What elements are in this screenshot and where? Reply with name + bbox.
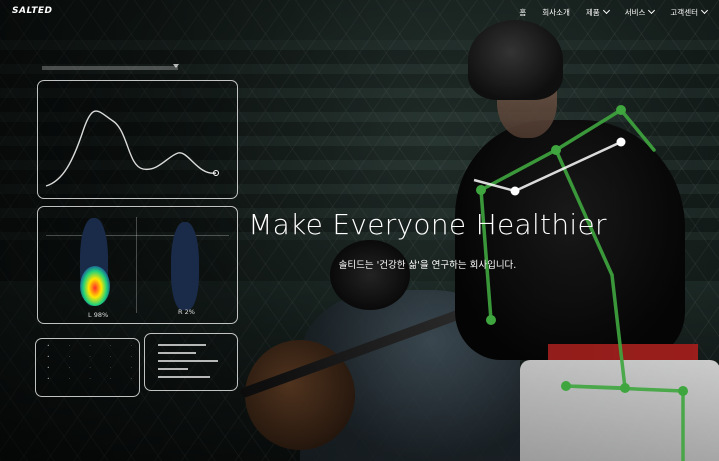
hero-title: Make Everyone Healthier [248,208,607,241]
hud-bar-list [158,344,228,384]
chevron-down-icon [602,6,610,15]
main-menu: 홈 회사소개 제품 서비스 고객센터 [511,0,715,24]
hud-waveform-line [45,110,219,187]
right-foot-pressure-label: R 2% [178,308,195,316]
nav-item-products[interactable]: 제품 [578,6,617,18]
nav-item-label: 고객센터 [670,7,698,17]
hud-bar [158,368,188,370]
hud-metrics-grid: • · · · · • · · · · • · · · · • · · · · [47,344,132,382]
hud-timeline-bar [42,66,178,70]
hud-timeline-marker [173,64,179,68]
left-foot-pressure-label: L 98% [88,311,109,319]
salted-logo[interactable]: SALTED [12,6,52,16]
nav-item-about[interactable]: 회사소개 [534,7,578,18]
nav-item-label: 홈 [519,7,527,17]
nav-item-support[interactable]: 고객센터 [662,6,715,18]
hud-bar [158,376,210,378]
chevron-down-icon [648,6,656,15]
nav-item-services[interactable]: 서비스 [617,6,663,18]
nav-item-label: 서비스 [624,7,646,17]
hud-waveform-panel [37,80,238,199]
nav-item-home[interactable]: 홈 [511,7,534,18]
hud-bar [158,352,196,354]
nav-item-label: 제품 [585,7,600,17]
hud-bar [158,344,206,346]
nav-item-label: 회사소개 [542,7,570,17]
chevron-down-icon [700,6,709,15]
hud-bar [158,360,218,362]
pressure-heatmap [80,266,110,306]
top-navigation: SALTED 홈 회사소개 제품 서비스 고객센터 [0,0,719,24]
hero-subtitle: 솔티드는 '건강한 삶'을 연구하는 회사입니다. [338,260,517,271]
